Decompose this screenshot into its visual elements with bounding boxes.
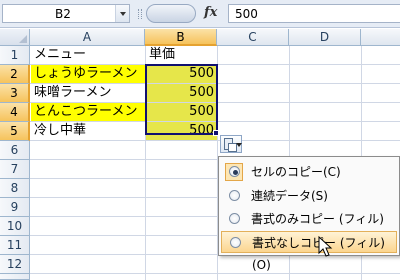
formula-buttons: fx <box>138 4 226 23</box>
menu-item-fill-formatting-only[interactable]: 書式のみコピー (フィル)(F) <box>221 208 397 248</box>
row-header-4[interactable]: 4 <box>0 103 30 122</box>
cell-b1[interactable]: 単価 <box>146 46 217 64</box>
formula-bar: B2 fx 500 <box>0 0 400 28</box>
cell-a1[interactable]: メニュー <box>31 46 145 64</box>
chevron-down-icon <box>236 143 242 147</box>
row-header-7[interactable]: 7 <box>0 160 30 179</box>
row-header-6[interactable]: 6 <box>0 141 30 160</box>
formula-input[interactable]: 500 <box>228 4 400 23</box>
formula-value: 500 <box>235 7 258 21</box>
radio-selected-icon <box>229 166 240 177</box>
radio-icon <box>229 190 240 201</box>
row-header-5[interactable]: 5 <box>0 122 30 141</box>
cell-a5[interactable]: 冷し中華 <box>31 122 145 140</box>
cell-a3[interactable]: 味噌ラーメン <box>31 84 145 102</box>
column-header-c[interactable]: C <box>217 29 289 46</box>
auto-fill-options-menu: セルのコピー(C) 連続データ(S) 書式のみコピー (フィル)(F) 書式なし… <box>218 156 400 272</box>
row-header-12[interactable]: 12 <box>0 255 30 274</box>
auto-fill-options-button[interactable] <box>220 135 242 153</box>
menu-item-fill-without-formatting[interactable]: 書式なしコピー (フィル)(O) <box>221 231 397 272</box>
select-all-button[interactable] <box>0 29 30 46</box>
clipboard-icon <box>224 138 237 152</box>
row-header-1[interactable]: 1 <box>0 46 30 65</box>
row-header-11[interactable]: 11 <box>0 236 30 255</box>
menu-item-label: セルのコピー(C) <box>251 165 341 179</box>
formula-cancel-enter-buttons[interactable] <box>146 4 196 23</box>
menu-item-label: 連続データ(S) <box>251 189 328 203</box>
radio-icon <box>230 237 241 248</box>
name-box[interactable]: B2 <box>2 4 130 23</box>
column-header-b[interactable]: B <box>145 29 217 46</box>
menu-item-fill-series[interactable]: 連続データ(S) <box>221 185 397 207</box>
row-header-3[interactable]: 3 <box>0 84 30 103</box>
column-header-d[interactable]: D <box>289 29 361 46</box>
menu-item-copy-cells[interactable]: セルのコピー(C) <box>221 161 397 183</box>
row-header-13[interactable] <box>0 274 30 280</box>
column-header-e[interactable] <box>361 29 400 46</box>
row-header-10[interactable]: 10 <box>0 217 30 236</box>
name-box-value: B2 <box>55 7 71 21</box>
row-header-2[interactable]: 2 <box>0 65 30 84</box>
fill-handle[interactable] <box>213 130 219 136</box>
name-box-dropdown-icon[interactable] <box>115 5 129 22</box>
column-header-a[interactable]: A <box>30 29 145 46</box>
insert-function-icon[interactable]: fx <box>204 5 217 20</box>
row-header-9[interactable]: 9 <box>0 198 30 217</box>
mouse-pointer-icon <box>318 236 333 257</box>
cell-a4[interactable]: とんこつラーメン <box>31 103 145 121</box>
selection-range <box>145 64 218 135</box>
cell-a2[interactable]: しょうゆラーメン <box>31 65 145 83</box>
row-header-8[interactable]: 8 <box>0 179 30 198</box>
radio-icon <box>229 213 240 224</box>
grip-icon[interactable] <box>138 9 142 19</box>
